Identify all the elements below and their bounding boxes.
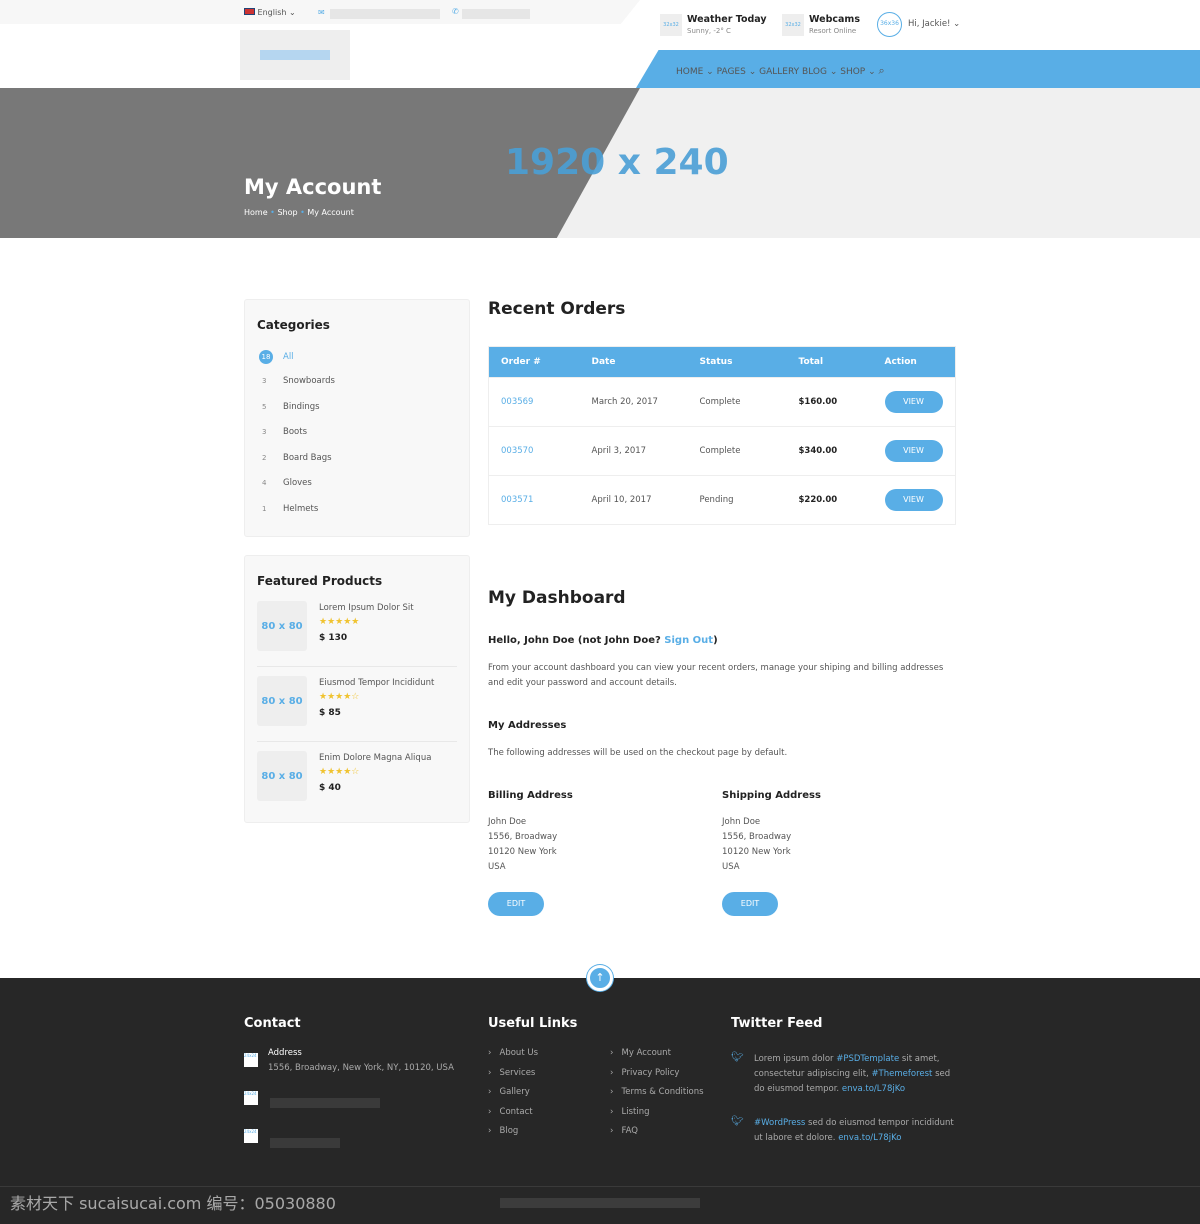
view-order-button[interactable]: VIEW bbox=[884, 391, 943, 413]
webcam-icon: 32x32 bbox=[782, 14, 804, 36]
category-item[interactable]: 3 Snowboards bbox=[259, 376, 335, 386]
edit-shipping-button[interactable]: EDIT bbox=[722, 892, 778, 916]
tweet-link[interactable]: enva.to/L78jKo bbox=[838, 1133, 901, 1143]
rating-stars-icon: ★★★★★ bbox=[319, 617, 360, 627]
category-item[interactable]: 2 Board Bags bbox=[259, 453, 332, 463]
footer-link[interactable]: › Blog bbox=[488, 1126, 518, 1136]
watermark: 素材天下 sucaisucai.com 编号：05030880 bbox=[10, 1194, 336, 1213]
nav-home[interactable]: HOME ⌄ bbox=[676, 67, 714, 77]
shipping-address: Shipping Address John Doe 1556, Broadway 1… bbox=[722, 790, 821, 916]
language-selector[interactable]: English ⌄ bbox=[244, 8, 296, 17]
product-thumbnail: 80 x 80 bbox=[257, 676, 307, 726]
sign-out-link[interactable]: Sign Out bbox=[664, 635, 713, 646]
recent-orders-title: Recent Orders bbox=[488, 299, 626, 319]
footer-link[interactable]: › Listing bbox=[610, 1107, 650, 1117]
billing-address: Billing Address John Doe 1556, Broadway 10… bbox=[488, 790, 573, 916]
hashtag-link[interactable]: #Themeforest bbox=[871, 1069, 932, 1079]
email-blurred bbox=[270, 1138, 340, 1148]
twitter-icon: 🐦︎ bbox=[731, 1116, 744, 1127]
product-thumbnail: 80 x 80 bbox=[257, 751, 307, 801]
footer-link[interactable]: › Contact bbox=[488, 1107, 533, 1117]
email-blurred bbox=[330, 9, 440, 19]
email-icon: 24x24 bbox=[244, 1129, 258, 1143]
phone-icon: 24x24 bbox=[244, 1091, 258, 1105]
divider bbox=[257, 741, 457, 742]
rating-stars-icon: ★★★★☆ bbox=[319, 767, 360, 777]
page-title: My Account bbox=[244, 175, 382, 199]
table-row: 003569 March 20, 2017 Complete $160.00 V… bbox=[488, 377, 956, 427]
product-thumbnail: 80 x 80 bbox=[257, 601, 307, 651]
breadcrumb-home[interactable]: Home bbox=[244, 208, 268, 217]
avatar[interactable]: 36x36 bbox=[877, 12, 902, 37]
rating-stars-icon: ★★★★☆ bbox=[319, 692, 360, 702]
twitter-icon: 🐦︎ bbox=[731, 1052, 744, 1063]
view-order-button[interactable]: VIEW bbox=[884, 440, 943, 462]
tweet: Lorem ipsum dolor #PSDTemplate sit amet,… bbox=[754, 1054, 951, 1094]
featured-products-widget: Featured Products 80 x 80 Lorem Ipsum Do… bbox=[244, 555, 470, 823]
nav-items: HOME ⌄ PAGES ⌄ GALLERY BLOG ⌄ SHOP ⌄ ⌕ bbox=[676, 64, 885, 78]
order-id-link[interactable]: 003571 bbox=[488, 475, 580, 525]
footer-link[interactable]: › Terms & Conditions bbox=[610, 1087, 704, 1097]
webcams-link[interactable]: Webcams bbox=[809, 14, 860, 25]
phone-icon: ✆ bbox=[452, 7, 459, 16]
hello-text: Hello, John Doe (not John Doe? Sign Out) bbox=[488, 635, 718, 646]
nav-pages[interactable]: PAGES ⌄ bbox=[717, 67, 757, 77]
edit-billing-button[interactable]: EDIT bbox=[488, 892, 544, 916]
divider bbox=[257, 666, 457, 667]
category-item[interactable]: 1 Helmets bbox=[259, 504, 318, 514]
featured-product[interactable]: 80 x 80 Lorem Ipsum Dolor Sit ★★★★★ $ 13… bbox=[257, 601, 457, 671]
nav-blog[interactable]: BLOG ⌄ bbox=[802, 67, 837, 77]
weather-icon: 32x32 bbox=[660, 14, 682, 36]
email-icon: ✉ bbox=[318, 8, 325, 17]
breadcrumb-shop[interactable]: Shop bbox=[277, 208, 297, 217]
footer-link[interactable]: › Gallery bbox=[488, 1087, 530, 1097]
orders-table: Order # Date Status Total Action 003569 … bbox=[488, 346, 956, 525]
categories-widget: Categories 18 All 3 Snowboards 5 Bindings 3… bbox=[244, 299, 470, 537]
phone-blurred bbox=[462, 9, 530, 19]
footer-divider bbox=[0, 1186, 1200, 1187]
scroll-top-icon[interactable]: ↑ bbox=[587, 965, 613, 991]
footer-link[interactable]: › My Account bbox=[610, 1048, 671, 1058]
footer: ↑ Contact 24x24 Address 1556, Broadway, … bbox=[0, 965, 1200, 1224]
dashboard-title: My Dashboard bbox=[488, 588, 626, 608]
tweet-link[interactable]: enva.to/L78jKo bbox=[842, 1084, 905, 1094]
table-row: 003571 April 10, 2017 Pending $220.00 VI… bbox=[488, 475, 956, 525]
tweet: #WordPress sed do eiusmod tempor incidid… bbox=[754, 1118, 954, 1143]
breadcrumb: Home • Shop • My Account bbox=[244, 208, 354, 217]
nav-shop[interactable]: SHOP ⌄ bbox=[840, 67, 875, 77]
featured-product[interactable]: 80 x 80 Enim Dolore Magna Aliqua ★★★★☆ $… bbox=[257, 751, 457, 821]
footer-link[interactable]: › Services bbox=[488, 1068, 535, 1078]
user-menu[interactable]: Hi, Jackie! ⌄ bbox=[908, 19, 960, 29]
nav-gallery[interactable]: GALLERY bbox=[759, 67, 799, 77]
footer-link[interactable]: › Privacy Policy bbox=[610, 1068, 679, 1078]
category-item[interactable]: 3 Boots bbox=[259, 427, 307, 437]
search-icon[interactable]: ⌕ bbox=[879, 64, 885, 77]
table-row: 003570 April 3, 2017 Complete $340.00 VI… bbox=[488, 426, 956, 476]
address-icon: 24x24 bbox=[244, 1053, 258, 1067]
category-all[interactable]: 18 All bbox=[259, 350, 294, 364]
view-order-button[interactable]: VIEW bbox=[884, 489, 943, 511]
category-item[interactable]: 5 Bindings bbox=[259, 402, 320, 412]
featured-product[interactable]: 80 x 80 Eiusmod Tempor Incididunt ★★★★☆ … bbox=[257, 676, 457, 746]
order-id-link[interactable]: 003570 bbox=[488, 426, 580, 476]
uk-flag-icon bbox=[244, 8, 255, 15]
footer-link[interactable]: › About Us bbox=[488, 1048, 538, 1058]
footer-link[interactable]: › FAQ bbox=[610, 1126, 638, 1136]
logo[interactable] bbox=[240, 30, 350, 80]
hashtag-link[interactable]: #PSDTemplate bbox=[836, 1054, 899, 1064]
copyright-blurred bbox=[500, 1198, 700, 1208]
order-id-link[interactable]: 003569 bbox=[488, 377, 580, 427]
hero-placeholder: 1920 x 240 bbox=[505, 142, 729, 183]
hashtag-link[interactable]: #WordPress bbox=[754, 1118, 805, 1128]
phone-blurred bbox=[270, 1098, 380, 1108]
category-item[interactable]: 4 Gloves bbox=[259, 478, 312, 488]
